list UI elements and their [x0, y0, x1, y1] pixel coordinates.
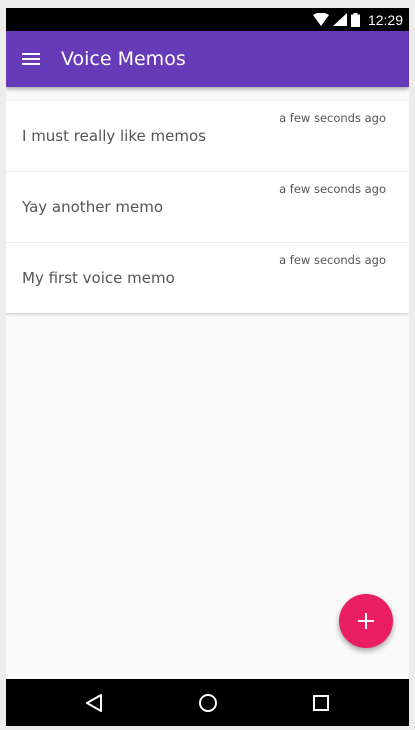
phone-screen: 12:29 Voice Memos a few seconds ago I mu…: [6, 8, 409, 726]
navigation-bar: [6, 679, 409, 726]
status-bar: 12:29: [6, 8, 409, 31]
battery-icon: [350, 12, 360, 27]
memo-list-item[interactable]: a few seconds ago My first voice memo: [6, 243, 409, 313]
memo-title: My first voice memo: [22, 269, 175, 287]
back-icon: [86, 694, 102, 712]
home-icon: [199, 694, 217, 712]
hamburger-menu-icon: [22, 53, 40, 65]
memo-title: Yay another memo: [22, 198, 163, 216]
cell-signal-icon: [332, 13, 347, 26]
app-title: Voice Memos: [61, 48, 186, 70]
memo-list-item[interactable]: a few seconds ago Yay another memo: [6, 172, 409, 243]
memo-timestamp: a few seconds ago: [279, 182, 386, 196]
status-icons: 12:29: [312, 8, 403, 31]
memo-list: a few seconds ago I must really like mem…: [6, 101, 409, 313]
add-memo-button[interactable]: [339, 594, 393, 648]
memo-timestamp: a few seconds ago: [279, 111, 386, 125]
memo-list-item[interactable]: a few seconds ago I must really like mem…: [6, 101, 409, 172]
memo-title: I must really like memos: [22, 127, 206, 145]
status-time: 12:29: [367, 11, 403, 28]
back-button[interactable]: [82, 691, 106, 715]
wifi-icon: [312, 13, 329, 26]
app-bar: Voice Memos: [6, 31, 409, 87]
plus-icon: [358, 613, 374, 629]
recents-button[interactable]: [309, 691, 333, 715]
recents-icon: [313, 695, 329, 711]
menu-button[interactable]: [18, 47, 44, 71]
memo-timestamp: a few seconds ago: [279, 253, 386, 267]
home-button[interactable]: [196, 691, 220, 715]
